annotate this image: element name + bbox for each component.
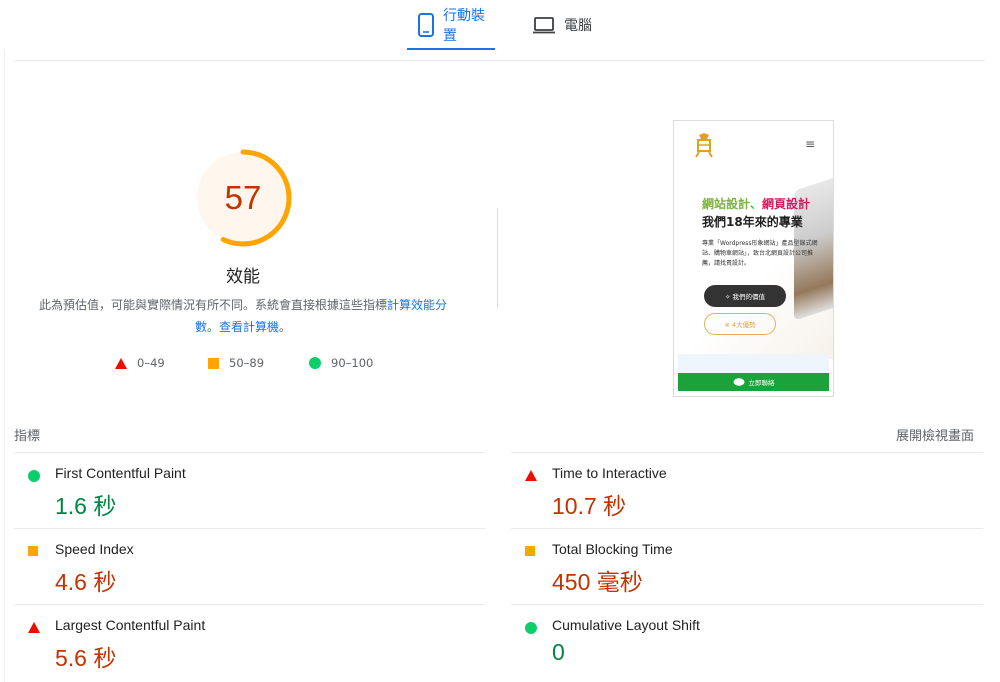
site-logo-icon bbox=[695, 133, 713, 158]
performance-score: 57 bbox=[224, 179, 262, 216]
contact-cta-bar: 立即聯絡 bbox=[678, 373, 829, 391]
performance-title: 效能 bbox=[226, 267, 260, 287]
metric-value: 5.6 秒 bbox=[55, 645, 117, 671]
pass-circle-icon bbox=[28, 470, 40, 482]
hamburger-icon: ≡ bbox=[804, 137, 815, 151]
metric-name: Total Blocking Time bbox=[552, 541, 673, 557]
laptop-icon bbox=[533, 17, 555, 34]
score-description: 此為預估值，可能與實際情況有所不同。系統會直接根據這些指標計算效能分數。查看計算… bbox=[35, 294, 451, 338]
metric-fcp: First Contentful Paint 1.6 秒 bbox=[14, 452, 486, 528]
legend-average: 50–89 bbox=[208, 356, 264, 370]
tab-mobile[interactable]: 行動裝置 bbox=[407, 0, 495, 50]
calculator-link[interactable]: 看計算機 bbox=[231, 320, 279, 334]
tab-desktop[interactable]: 電腦 bbox=[522, 0, 604, 50]
hero-headline-b: 網頁設計 bbox=[762, 197, 811, 211]
legend-pass-range: 90–100 bbox=[331, 356, 374, 370]
metric-value: 0 bbox=[552, 639, 565, 665]
metric-tti: Time to Interactive 10.7 秒 bbox=[511, 452, 983, 528]
legend-average-range: 50–89 bbox=[229, 356, 265, 370]
metric-cls: Cumulative Layout Shift 0 bbox=[511, 604, 983, 680]
device-tabs: 行動裝置 電腦 bbox=[0, 0, 1000, 50]
calculator-link-prefix[interactable]: 查 bbox=[219, 320, 231, 334]
metrics-heading: 指標 bbox=[14, 429, 41, 444]
metric-value: 450 毫秒 bbox=[552, 569, 643, 595]
metric-name: Speed Index bbox=[55, 541, 134, 557]
circle-icon bbox=[309, 357, 321, 369]
fail-triangle-icon bbox=[525, 470, 537, 481]
smartphone-icon bbox=[418, 13, 434, 37]
tab-desktop-label: 電腦 bbox=[564, 18, 592, 34]
hero-subheadline: 我們18年來的專業 bbox=[702, 215, 803, 229]
average-square-icon bbox=[28, 546, 38, 556]
pass-circle-icon bbox=[525, 622, 537, 634]
average-square-icon bbox=[525, 546, 535, 556]
fail-triangle-icon bbox=[28, 622, 40, 633]
tab-mobile-label: 行動裝置 bbox=[443, 8, 485, 44]
metric-lcp: Largest Contentful Paint 5.6 秒 bbox=[14, 604, 486, 680]
score-desc-text: 此為預估值，可能與實際情況有所不同。系統會直接根據這些指標 bbox=[38, 298, 387, 312]
metric-tbt: Total Blocking Time 450 毫秒 bbox=[511, 528, 983, 604]
metric-name: Largest Contentful Paint bbox=[55, 617, 206, 633]
legend-fail-range: 0–49 bbox=[137, 356, 165, 370]
value-button: ✧ 我們的價值 bbox=[704, 285, 786, 307]
vertical-divider bbox=[497, 208, 498, 308]
metric-name: Time to Interactive bbox=[552, 465, 667, 481]
metric-value: 1.6 秒 bbox=[55, 493, 117, 519]
metric-value: 10.7 秒 bbox=[552, 493, 627, 519]
legend-pass: 90–100 bbox=[309, 356, 373, 370]
advantages-button: ※ 4大優勢 bbox=[704, 313, 776, 335]
expand-view-toggle[interactable]: 展開檢視畫面 bbox=[896, 425, 974, 444]
hero-headline: 網站設計、網頁設計 bbox=[702, 195, 810, 212]
final-screenshot[interactable]: ≡ 網站設計、網頁設計 我們18年來的專業 專業「Wordpress形象網站」產… bbox=[673, 120, 834, 397]
metric-name: Cumulative Layout Shift bbox=[552, 617, 700, 633]
metric-name: First Contentful Paint bbox=[55, 465, 186, 481]
metric-value: 4.6 秒 bbox=[55, 569, 117, 595]
performance-gauge: 57 bbox=[193, 148, 293, 248]
hero-paragraph: 專業「Wordpress形象網站」產品型錄式網站、購物車網站」，致台北網頁設計公… bbox=[702, 240, 818, 267]
square-icon bbox=[208, 357, 219, 369]
cta-label: 立即聯絡 bbox=[748, 379, 775, 387]
hero-headline-a: 網站設計、 bbox=[702, 197, 763, 211]
metric-speed-index: Speed Index 4.6 秒 bbox=[14, 528, 486, 604]
panel-border bbox=[4, 50, 5, 682]
chat-bubble-icon bbox=[733, 377, 744, 386]
triangle-icon bbox=[115, 357, 127, 369]
score-desc-end: 。 bbox=[279, 320, 292, 334]
score-desc-sep: 。 bbox=[206, 320, 219, 334]
tabs-divider bbox=[14, 60, 985, 61]
legend-fail: 0–49 bbox=[115, 356, 165, 370]
light-band bbox=[678, 354, 829, 374]
